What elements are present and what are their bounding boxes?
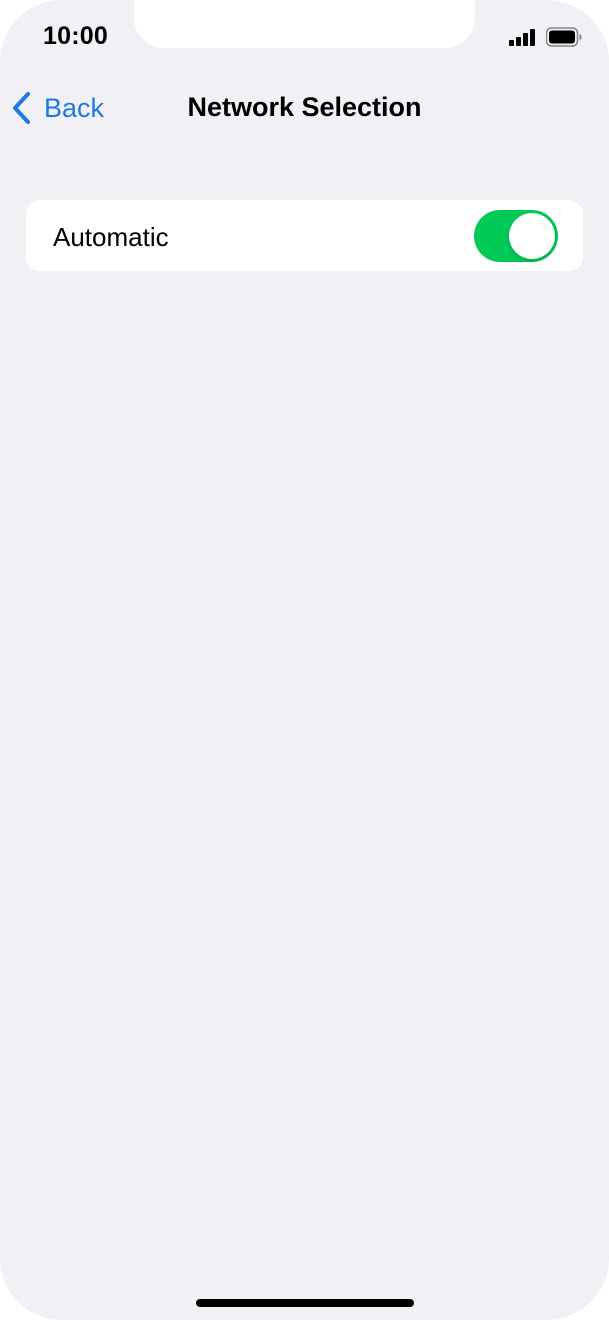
notch (134, 0, 475, 48)
status-time: 10:00 (43, 22, 108, 50)
automatic-row: Automatic (26, 200, 583, 271)
cellular-signal-icon (509, 29, 537, 46)
navigation-bar: Back Network Selection (0, 78, 609, 138)
battery-icon (546, 27, 582, 47)
automatic-toggle[interactable] (474, 210, 558, 262)
home-indicator[interactable] (196, 1299, 414, 1307)
automatic-label: Automatic (53, 222, 169, 252)
phone-screen: 10:00 Back Network Selection Automatic (0, 0, 609, 1320)
page-title: Network Selection (187, 92, 422, 122)
toggle-knob (509, 213, 555, 259)
